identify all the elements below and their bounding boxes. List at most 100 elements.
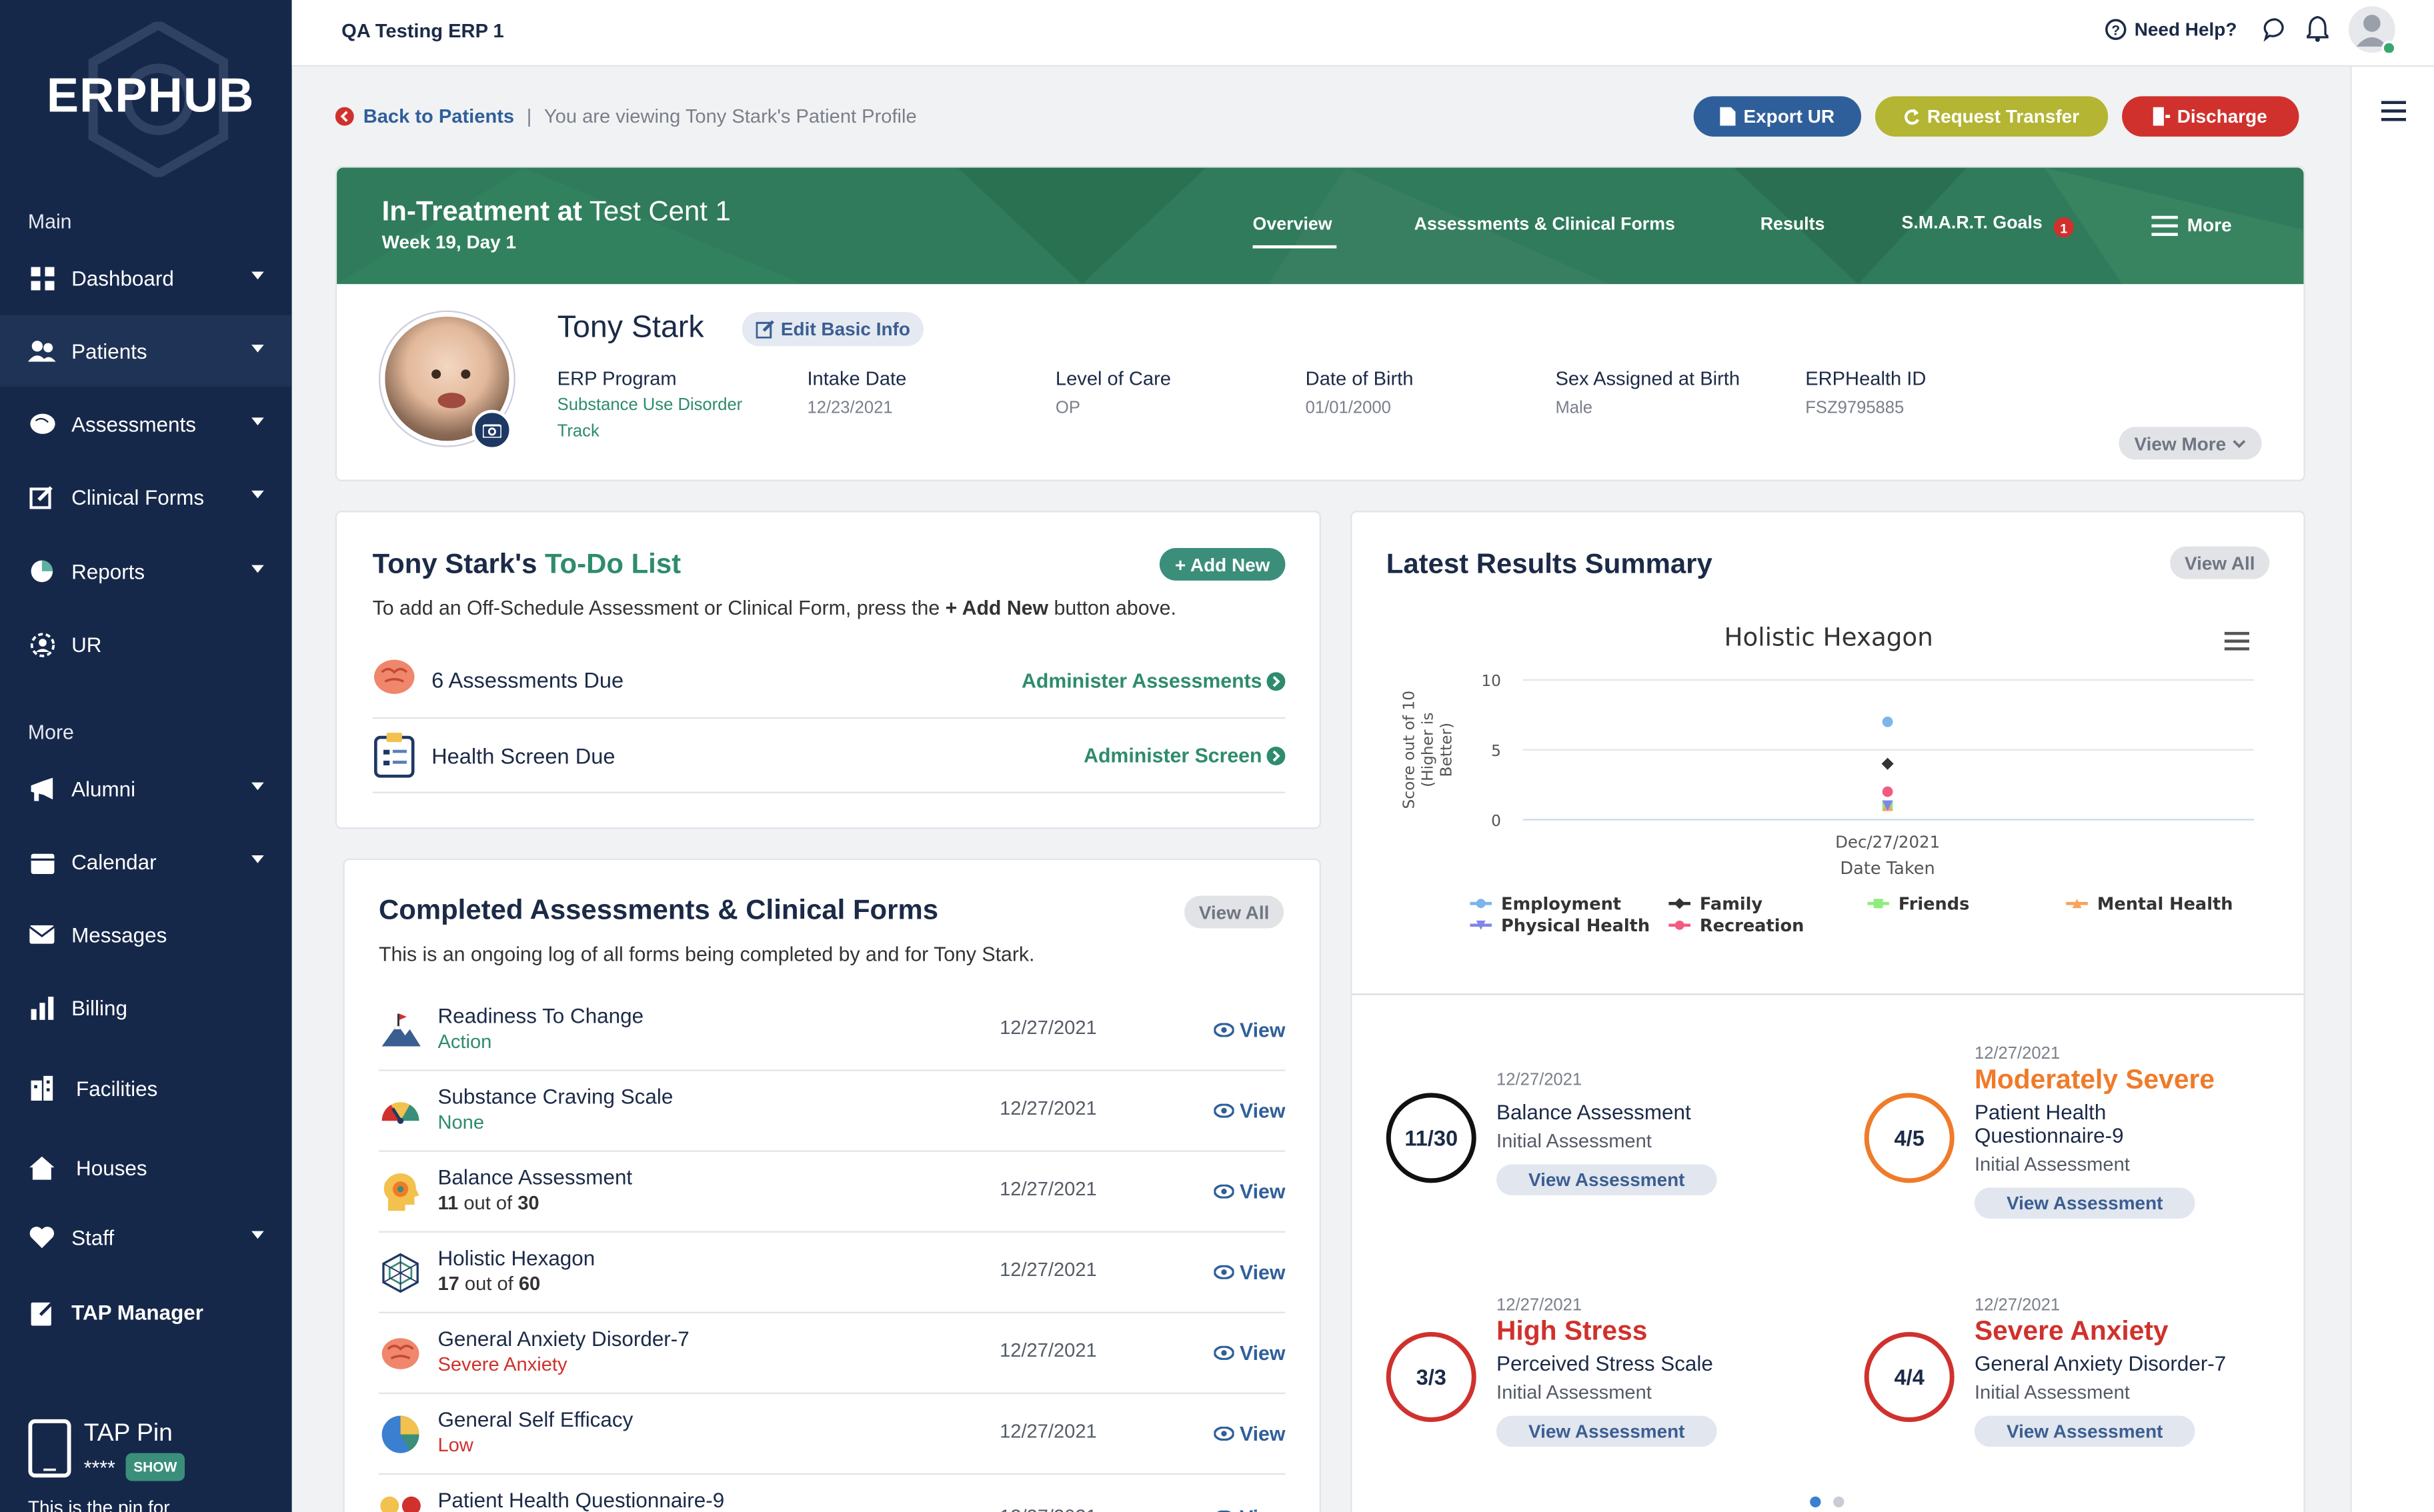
table-row[interactable]: Substance Craving Scale None 12/27/2021 … — [378, 1071, 1286, 1152]
tab-smart-goals[interactable]: S.M.A.R.T. Goals — [1902, 214, 2043, 233]
export-ur-button[interactable]: Export UR — [1693, 96, 1862, 137]
back-to-patients-link[interactable]: Back to Patients — [363, 105, 514, 127]
view-link[interactable]: View — [1213, 1019, 1285, 1041]
tab-results[interactable]: Results — [1760, 216, 1825, 235]
view-link[interactable]: View — [1213, 1341, 1285, 1365]
chat-icon[interactable] — [2263, 17, 2288, 42]
tab-assessments-clinical-forms[interactable]: Assessments & Clinical Forms — [1414, 216, 1675, 235]
table-row[interactable]: Patient Health Questionnaire-9 12/27/202… — [379, 1475, 1285, 1512]
pie-chart-icon — [381, 1415, 419, 1453]
sidebar-item-messages[interactable]: Messages — [0, 899, 292, 970]
breadcrumb-separator: | — [526, 105, 532, 127]
avatar[interactable] — [2348, 6, 2397, 56]
bell-icon[interactable] — [2307, 15, 2329, 42]
users-icon — [27, 337, 56, 365]
sidebar-item-reports[interactable]: Reports — [0, 535, 292, 607]
export-ur-label: Export UR — [1743, 105, 1835, 127]
request-transfer-label: Request Transfer — [1927, 105, 2080, 127]
results-divider — [1352, 993, 2304, 995]
table-row[interactable]: Balance Assessment 11 out of 30 12/27/20… — [378, 1152, 1286, 1233]
row-date: 12/27/2021 — [1000, 1339, 1097, 1362]
sidebar-item-billing[interactable]: Billing — [0, 972, 292, 1043]
camera-icon — [482, 424, 501, 438]
logo[interactable]: ERPHUB — [47, 68, 255, 124]
top-bar: QA Testing ERP 1 ? Need Help? — [291, 0, 2434, 67]
add-new-button[interactable]: + Add New — [1159, 547, 1286, 581]
administer-screen-link[interactable]: Administer Screen — [1084, 743, 1286, 767]
legend-item: Physical Health — [1501, 916, 1650, 936]
sidebar-item-dashboard[interactable]: Dashboard — [0, 242, 292, 313]
table-row[interactable]: General Anxiety Disorder-7 Severe Anxiet… — [378, 1313, 1286, 1395]
sidebar-item-facilities[interactable]: Facilities — [0, 1053, 292, 1124]
todo-item-label: 6 Assessments Due — [431, 667, 624, 693]
gauge-icon — [381, 1102, 419, 1124]
edit-basic-info-button[interactable]: Edit Basic Info — [742, 312, 924, 347]
view-more-button[interactable]: View More — [2119, 427, 2262, 460]
view-link[interactable]: View — [1213, 1099, 1285, 1123]
more-menu[interactable]: More — [2151, 214, 2232, 236]
carousel-dot-active[interactable] — [1810, 1496, 1821, 1508]
result-name: General Anxiety Disorder-7 — [1974, 1352, 2227, 1376]
y-tick-label: 10 — [1481, 672, 1501, 690]
field-label: ERP Program — [557, 367, 677, 390]
y-axis-label: Score out of 10(Higher isBetter) — [1400, 691, 1456, 809]
edit-basic-info-label: Edit Basic Info — [780, 318, 910, 340]
need-help-link[interactable]: ? Need Help? — [2105, 19, 2237, 41]
sidebar-item-alumni[interactable]: Alumni — [0, 753, 292, 824]
sidebar-item-ur[interactable]: UR — [0, 609, 292, 680]
result-name: Patient Health Questionnaire-9 — [1974, 1100, 2124, 1147]
hamburger-menu-icon[interactable] — [2381, 101, 2407, 121]
tab-overview[interactable]: Overview — [1253, 216, 1332, 235]
carousel-dot[interactable] — [1833, 1496, 1845, 1508]
table-row[interactable]: General Self Efficacy Low 12/27/2021 Vie… — [378, 1394, 1286, 1475]
sidebar-item-staff[interactable]: Staff — [0, 1201, 292, 1273]
sidebar-item-patients[interactable]: Patients — [0, 315, 292, 387]
goals-badge: 1 — [2053, 217, 2074, 238]
result-date: 12/27/2021 — [1496, 1071, 1582, 1090]
patient-name: Tony Stark — [557, 310, 704, 345]
sidebar-item-clinical-forms[interactable]: Clinical Forms — [0, 461, 292, 533]
table-row[interactable]: Readiness To Change Action 12/27/2021 Vi… — [378, 991, 1286, 1071]
row-title: Holistic Hexagon — [437, 1246, 595, 1270]
eye-icon — [1213, 1345, 1235, 1361]
erp-program-link[interactable]: Substance Use Disorder Track — [557, 393, 783, 445]
sidebar-item-houses[interactable]: Houses — [0, 1132, 292, 1203]
view-link[interactable]: View — [1213, 1180, 1285, 1203]
calendar-icon — [28, 847, 56, 875]
field-sex-assigned: Sex Assigned at Birth Male — [1555, 368, 1740, 418]
view-assessment-button[interactable]: View Assessment — [1496, 1415, 1717, 1447]
y-tick-label: 0 — [1491, 812, 1501, 830]
discharge-button[interactable]: Discharge — [2122, 96, 2299, 137]
field-label: Date of Birth — [1305, 367, 1414, 390]
request-transfer-button[interactable]: Request Transfer — [1875, 96, 2109, 137]
table-row[interactable]: Holistic Hexagon 17 out of 60 12/27/2021… — [378, 1233, 1286, 1313]
field-level-of-care: Level of Care OP — [1056, 368, 1171, 418]
data-point-family — [1881, 757, 1894, 770]
tap-pin-title: TAP Pin — [83, 1420, 173, 1447]
tablet-icon — [28, 1419, 71, 1478]
sidebar-item-label: Billing — [71, 995, 127, 1019]
show-pin-button[interactable]: SHOW — [125, 1453, 185, 1481]
administer-assessments-link[interactable]: Administer Assessments — [1022, 669, 1286, 693]
sidebar-item-label: Staff — [71, 1225, 115, 1249]
x-tick-label: Dec/27/2021 — [1835, 832, 1940, 851]
chart-menu-icon[interactable] — [2224, 631, 2249, 651]
view-link[interactable]: View — [1213, 1261, 1285, 1284]
sidebar-item-tap-manager[interactable]: TAP Manager — [0, 1276, 292, 1347]
view-assessment-button[interactable]: View Assessment — [1974, 1415, 2195, 1447]
legend-item: Employment — [1501, 895, 1621, 915]
row-date: 12/27/2021 — [1000, 1017, 1097, 1039]
result-card: 12/27/2021 Severe Anxiety General Anxiet… — [1974, 1296, 2227, 1447]
brain-icon — [381, 1338, 419, 1369]
result-card: 12/27/2021 Balance Assessment Initial As… — [1496, 1071, 1717, 1196]
sidebar-item-calendar[interactable]: Calendar — [0, 826, 292, 897]
change-photo-button[interactable] — [471, 409, 513, 451]
legend-item: Mental Health — [2097, 895, 2233, 915]
completed-view-all-button[interactable]: View All — [1184, 895, 1284, 929]
view-assessment-button[interactable]: View Assessment — [1496, 1164, 1717, 1196]
view-link[interactable]: View — [1214, 1506, 1285, 1512]
view-assessment-button[interactable]: View Assessment — [1974, 1187, 2195, 1219]
results-view-all-button[interactable]: View All — [2170, 546, 2270, 579]
sidebar-item-assessments[interactable]: Assessments — [0, 388, 292, 459]
view-link[interactable]: View — [1213, 1422, 1285, 1445]
